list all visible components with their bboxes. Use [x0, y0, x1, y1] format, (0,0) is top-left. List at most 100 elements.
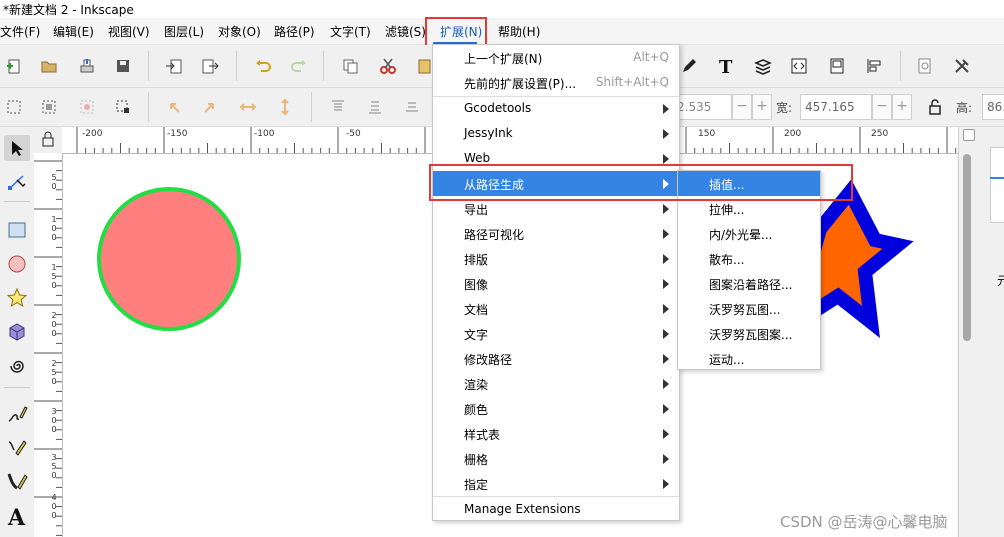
x-field[interactable]: 2.535 — [672, 94, 732, 120]
print-icon[interactable] — [76, 55, 98, 77]
scroll-up-button[interactable] — [963, 129, 975, 141]
save-icon[interactable] — [112, 55, 134, 77]
cut-icon[interactable] — [377, 55, 399, 77]
menu-text[interactable]: 文字(T) — [330, 23, 371, 40]
lock-icon[interactable] — [924, 96, 946, 118]
height-field[interactable]: 86. — [982, 94, 1004, 120]
menu-item-document[interactable]: 文档 — [433, 296, 679, 321]
ruler-label: 3 0 0 — [51, 407, 57, 434]
rotate-cw-icon[interactable] — [199, 96, 221, 118]
copy-icon[interactable] — [339, 55, 361, 77]
menu-view[interactable]: 视图(V) — [108, 23, 150, 40]
width-increment[interactable]: + — [892, 94, 912, 120]
submenu-item-voronoi-diagram[interactable]: 沃罗努瓦图... — [678, 296, 820, 321]
menu-item-previous-extension-settings[interactable]: 先前的扩展设置(P)... Shift+Alt+Q — [433, 70, 679, 95]
width-field[interactable]: 457.165 — [800, 94, 872, 120]
submenu-item-voronoi-pattern[interactable]: 沃罗努瓦图案... — [678, 321, 820, 346]
ruler-label: -200 — [82, 129, 103, 139]
selector-tool-icon[interactable] — [4, 135, 30, 161]
submenu-arrow-icon — [663, 154, 669, 164]
text-and-font-icon[interactable]: T — [715, 55, 737, 77]
extensions-menu: 上一个扩展(N) Alt+Q 先前的扩展设置(P)... Shift+Alt+Q… — [432, 44, 680, 521]
menu-layer[interactable]: 图层(L) — [164, 23, 204, 40]
ruler-label: -150 — [167, 129, 188, 139]
docked-dialog-panel: 元 — [977, 127, 1004, 537]
calligraphy-tool-icon[interactable] — [4, 469, 30, 495]
menu-item-color[interactable]: 颜色 — [433, 396, 679, 421]
rotate-ccw-icon[interactable] — [163, 96, 185, 118]
lower-icon[interactable] — [401, 96, 423, 118]
submenu-item-scatter[interactable]: 散布... — [678, 246, 820, 271]
find-replace-icon[interactable] — [914, 55, 936, 77]
menu-item-jessyink[interactable]: JessyInk — [433, 121, 679, 146]
svg-text:T: T — [719, 57, 733, 75]
menu-item-render[interactable]: 渲染 — [433, 371, 679, 396]
pencil-tool-icon[interactable] — [4, 401, 30, 427]
new-document-icon[interactable] — [3, 55, 25, 77]
rectangle-tool-icon[interactable] — [4, 217, 30, 243]
vertical-ruler[interactable]: 5 0 1 0 0 1 5 0 2 0 0 2 5 0 3 0 0 3 5 0 … — [34, 153, 63, 537]
menu-item-raster[interactable]: 栅格 — [433, 446, 679, 471]
x-increment[interactable]: + — [752, 94, 772, 120]
submenu-arrow-icon — [663, 429, 669, 439]
submenu-item-inset-outset-halo[interactable]: 内/外光晕... — [678, 221, 820, 246]
scrollbar-thumb[interactable] — [963, 154, 971, 341]
raise-icon[interactable] — [364, 96, 386, 118]
menu-file[interactable]: 文件(F) — [0, 23, 40, 40]
x-decrement[interactable]: − — [732, 94, 752, 120]
align-distribute-icon[interactable] — [863, 55, 885, 77]
vertical-scrollbar[interactable] — [958, 127, 977, 537]
menu-item-stylesheet[interactable]: 样式表 — [433, 421, 679, 446]
3d-box-tool-icon[interactable] — [4, 319, 30, 345]
ruler-label: 4 0 0 — [51, 493, 57, 520]
menu-help[interactable]: 帮助(H) — [498, 23, 540, 40]
star-tool-icon[interactable] — [4, 285, 30, 311]
redo-icon[interactable] — [288, 55, 310, 77]
undo-icon[interactable] — [252, 55, 274, 77]
raise-to-top-icon[interactable] — [327, 96, 349, 118]
submenu-arrow-icon — [663, 204, 669, 214]
submenu-item-pattern-along-path[interactable]: 图案沿着路径... — [678, 271, 820, 296]
spiral-tool-icon[interactable] — [4, 353, 30, 379]
document-properties-icon[interactable] — [826, 55, 848, 77]
invert-selection-icon[interactable] — [112, 96, 134, 118]
select-all-layers-icon[interactable] — [38, 96, 60, 118]
ruler-label: 1 5 0 — [51, 263, 57, 290]
preferences-icon[interactable] — [951, 55, 973, 77]
menu-item-images[interactable]: 图像 — [433, 271, 679, 296]
submenu-arrow-icon — [663, 379, 669, 389]
submenu-arrow-icon — [663, 479, 669, 489]
width-decrement[interactable]: − — [872, 94, 892, 120]
edit-path-pen-icon[interactable] — [678, 55, 700, 77]
menu-object[interactable]: 对象(O) — [218, 23, 261, 40]
menu-filters[interactable]: 滤镜(S) — [385, 23, 426, 40]
menu-item-arrange[interactable]: 排版 — [433, 246, 679, 271]
menu-item-text[interactable]: 文字 — [433, 321, 679, 346]
submenu-arrow-icon — [663, 329, 669, 339]
menu-item-manage-extensions[interactable]: Manage Extensions — [433, 497, 679, 522]
pen-tool-icon[interactable] — [4, 435, 30, 461]
menu-path[interactable]: 路径(P) — [274, 23, 315, 40]
menu-item-visualize-path[interactable]: 路径可视化 — [433, 221, 679, 246]
menu-item-previous-extension[interactable]: 上一个扩展(N) Alt+Q — [433, 45, 679, 70]
export-icon[interactable] — [199, 55, 221, 77]
menu-item-gcodetools[interactable]: Gcodetools — [433, 96, 679, 121]
flip-horizontal-icon[interactable] — [237, 96, 259, 118]
panel-partial-text: 元 — [997, 274, 1004, 288]
menu-item-specify[interactable]: 指定 — [433, 471, 679, 496]
menu-item-modify-path[interactable]: 修改路径 — [433, 346, 679, 371]
ellipse-tool-icon[interactable] — [4, 251, 30, 277]
deselect-icon[interactable] — [76, 96, 98, 118]
select-all-icon[interactable] — [3, 96, 25, 118]
annotation-box-generate-from-path — [429, 164, 853, 201]
open-folder-icon[interactable] — [38, 55, 60, 77]
flip-vertical-icon[interactable] — [274, 96, 296, 118]
import-icon[interactable] — [163, 55, 185, 77]
submenu-item-motion[interactable]: 运动... — [678, 346, 820, 371]
menu-edit[interactable]: 编辑(E) — [53, 23, 94, 40]
layers-icon[interactable] — [752, 55, 774, 77]
node-tool-icon[interactable] — [4, 169, 30, 195]
xml-editor-icon[interactable] — [788, 55, 810, 77]
canvas-circle[interactable] — [97, 187, 241, 331]
text-tool-icon[interactable]: A — [4, 503, 30, 529]
